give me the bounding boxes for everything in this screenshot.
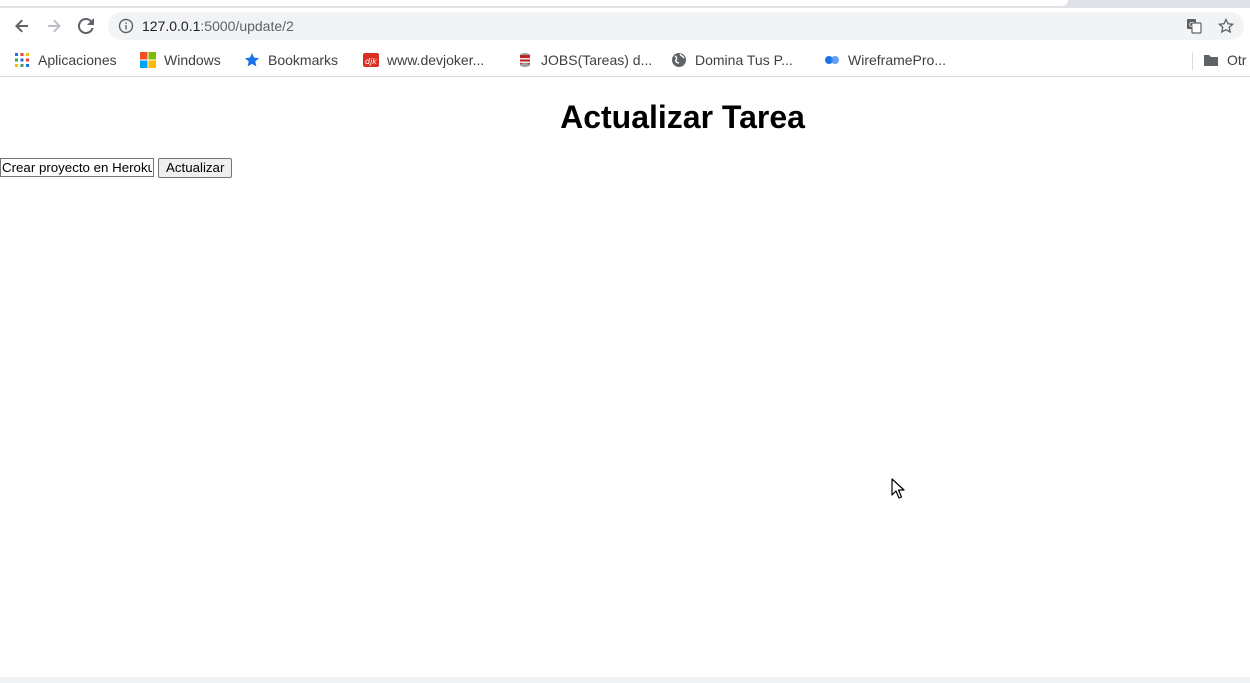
bookmark-wireframepro[interactable]: WireframePro... [824, 50, 946, 70]
bookmark-bookmarks[interactable]: Bookmarks [244, 50, 338, 70]
address-bar[interactable]: 127.0.0.1:5000/update/2 G [108, 12, 1244, 40]
bookmark-label: Bookmarks [268, 52, 339, 68]
bookmark-devjoker[interactable]: djk www.devjoker... [363, 50, 484, 70]
bookmark-windows[interactable]: Windows [140, 50, 221, 70]
arrow-left-icon [15, 19, 28, 33]
translate-icon[interactable]: G [1186, 18, 1202, 34]
bookmark-label: Otr [1227, 52, 1247, 68]
task-input[interactable] [0, 158, 154, 177]
globe-icon [671, 52, 687, 68]
windows-logo-icon [140, 52, 156, 68]
bookmark-label: JOBS(Tareas) d... [541, 52, 653, 68]
bookmark-label: www.devjoker... [387, 52, 485, 68]
bookmark-jobs[interactable]: JOBS(Tareas) d... [517, 50, 652, 70]
mouse-pointer-icon [891, 478, 905, 499]
svg-text:djk: djk [365, 57, 377, 66]
bookmark-aplicaciones[interactable]: Aplicaciones [14, 50, 117, 70]
reload-button[interactable] [74, 14, 98, 38]
bookmark-label: Aplicaciones [38, 52, 117, 68]
info-icon[interactable] [118, 18, 134, 34]
url-host: 127.0.0.1 [142, 18, 201, 34]
browser-toolbar: 127.0.0.1:5000/update/2 G [0, 8, 1250, 44]
url-path: :5000/update/2 [200, 18, 294, 34]
database-icon [517, 52, 533, 68]
update-button[interactable]: Actualizar [158, 158, 233, 178]
devjoker-icon: djk [363, 52, 379, 68]
page-content: Actualizar Tarea Actualizar [0, 77, 1250, 677]
bookmark-label: WireframePro... [848, 52, 947, 68]
bookmark-domina[interactable]: Domina Tus P... [671, 50, 793, 70]
bookmarks-divider [1192, 52, 1193, 70]
arrow-right-icon [48, 19, 61, 33]
forward-button[interactable] [42, 14, 66, 38]
bookmark-label: Windows [164, 52, 221, 68]
url-text: 127.0.0.1:5000/update/2 [142, 12, 294, 40]
star-bookmark-icon[interactable] [1218, 18, 1234, 34]
folder-icon [1203, 52, 1219, 68]
bookmarks-bar: Aplicaciones Windows Bookmarks djk www.d… [0, 44, 1250, 77]
back-button[interactable] [10, 14, 34, 38]
tab-strip [0, 0, 1250, 8]
active-tab[interactable] [0, 0, 1068, 6]
page-title: Actualizar Tarea [560, 99, 805, 135]
bookmark-label: Domina Tus P... [695, 52, 793, 68]
bottom-edge [0, 677, 1250, 683]
wireframepro-icon [824, 52, 840, 68]
star-icon [244, 52, 260, 68]
svg-text:G: G [1189, 21, 1194, 29]
reload-icon [78, 18, 94, 34]
bookmark-other-folder[interactable]: Otr [1203, 50, 1246, 70]
apps-grid-icon [14, 52, 30, 68]
